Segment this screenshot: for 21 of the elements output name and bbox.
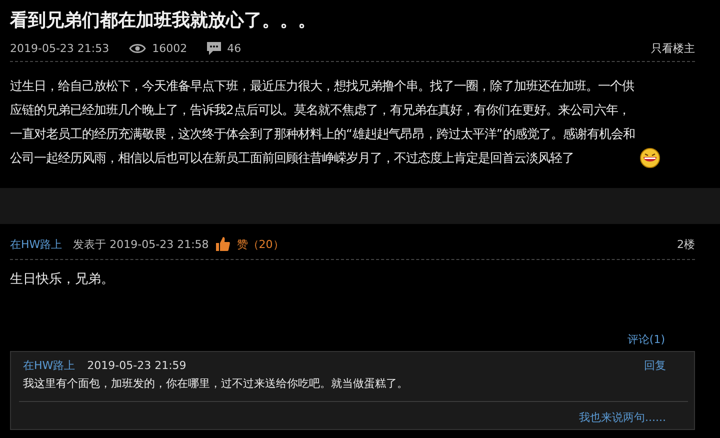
laughing-emoji-icon — [640, 148, 660, 168]
comment-time: 2019-05-23 21:59 — [87, 359, 186, 372]
comment-text: 我这里有个面包，加班发的，你在哪里，过不过来送给你吃吧。就当做蛋糕了。 — [23, 376, 409, 391]
reply-text: 生日快乐，兄弟。 — [10, 271, 115, 288]
eye-icon — [129, 42, 146, 54]
only-author-link[interactable]: 只看楼主 — [651, 40, 695, 56]
post-title: 看到兄弟们都在加班我就放心了。。。 — [10, 9, 317, 33]
post-date: 2019-05-23 21:53 — [10, 42, 110, 54]
floor-number: 2楼 — [677, 236, 695, 252]
add-comment-link[interactable]: 我也来说两句...... — [579, 411, 666, 424]
post-body: 过生日，给自己放松下，今天准备早点下班，最近压力很大，想找兄弟撸个串。找了一圈，除了加班还在加班。一个供应链的兄弟已经加班几个晚上了，告诉我2点后可以。莫名就不焦虑了，有兄弟在真好，有你们在更好。来公司六年，一直对老员工的经历充满敬畏，这次终于体会到了那种材料上的“雄赳赳气昂昂，跨过太平洋”的感觉了。感谢有机会和公司一起经历风雨，相信以后也可以在新员工面前回顾往昔峥嵘岁月了，不过态度上肯定是回首云淡风轻了 — [10, 77, 636, 167]
like-button[interactable]: 赞（20） — [236, 236, 284, 252]
author-link[interactable]: 在HW路上 — [23, 358, 76, 373]
author-link[interactable]: 在HW路上 — [10, 236, 62, 252]
post-time: 发表于 2019-05-23 21:58 — [73, 236, 209, 252]
view-count: 16002 — [152, 42, 188, 54]
comments-toggle-link[interactable]: 评论(1) — [627, 333, 665, 346]
speech-bubble-icon — [207, 42, 222, 54]
thumbs-up-icon — [216, 237, 230, 251]
reply-link[interactable]: 回复 — [644, 358, 666, 373]
comment-count: 46 — [227, 42, 242, 54]
